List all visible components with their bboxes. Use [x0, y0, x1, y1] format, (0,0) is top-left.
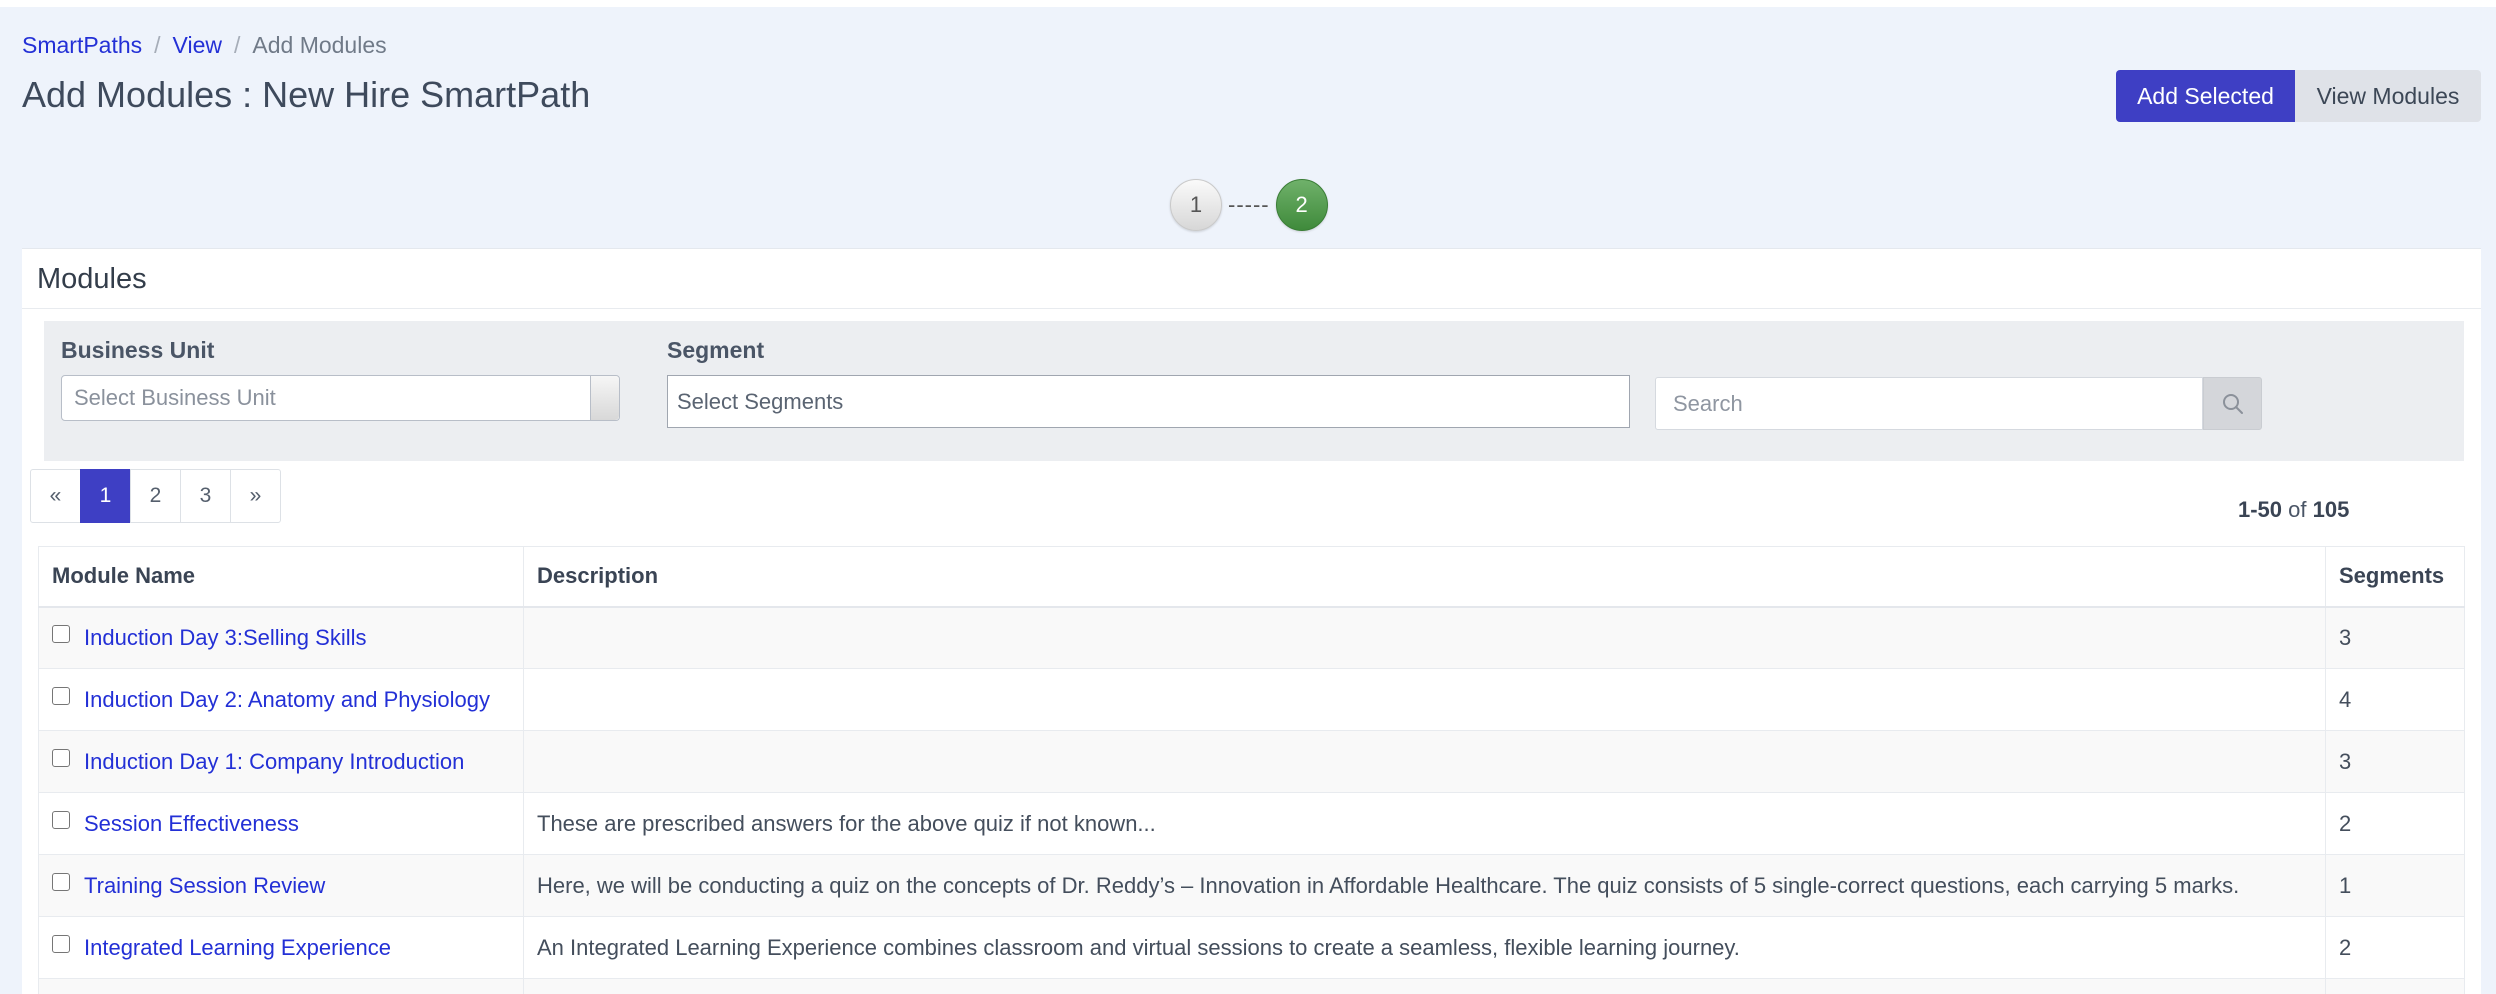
description-cell — [523, 730, 2326, 793]
module-name-cell: Session Effectiveness — [38, 792, 524, 855]
module-link[interactable]: Integrated Learning Experience — [84, 935, 391, 960]
module-name-cell: Training Session Review — [38, 854, 524, 917]
breadcrumb-view-link[interactable]: View — [173, 32, 222, 59]
row-checkbox[interactable] — [52, 687, 70, 706]
description-cell — [523, 668, 2326, 731]
column-header-module-name: Module Name — [38, 546, 524, 608]
top-strip — [0, 0, 2496, 7]
pagination-page-1[interactable]: 1 — [80, 469, 131, 523]
segments-cell: 2 — [2325, 916, 2465, 979]
row-checkbox[interactable] — [52, 873, 70, 892]
module-link[interactable]: Induction Day 2: Anatomy and Physiology — [84, 687, 490, 712]
table-row: Induction Day 3:Selling Skills 3 — [38, 606, 2465, 669]
table-row: Training Session Review Here, we will be… — [38, 854, 2465, 917]
description-cell: These are prescribed answers for the abo… — [523, 792, 2326, 855]
table-row: Induction Day 2: Anatomy and Physiology … — [38, 668, 2465, 731]
breadcrumb-current: Add Modules — [252, 32, 387, 58]
table-row-partial — [38, 978, 2465, 994]
description-cell: Here, we will be conducting a quiz on th… — [523, 854, 2326, 917]
page-title: Add Modules : New Hire SmartPath — [22, 74, 591, 115]
module-link[interactable]: Session Effectiveness — [84, 811, 299, 836]
segments-cell: 2 — [2325, 792, 2465, 855]
segment-placeholder: Select Segments — [677, 388, 844, 414]
add-selected-button[interactable]: Add Selected — [2116, 70, 2295, 122]
description-cell — [523, 978, 2326, 994]
description-cell: An Integrated Learning Experience combin… — [523, 916, 2326, 979]
column-header-segments: Segments — [2325, 546, 2465, 608]
segments-cell — [2325, 978, 2465, 994]
row-checkbox[interactable] — [52, 625, 70, 644]
segments-cell: 3 — [2325, 730, 2465, 793]
modules-panel: Modules Business Unit Select Business Un… — [22, 248, 2481, 994]
breadcrumb-separator: / — [154, 32, 161, 58]
column-header-description: Description — [523, 546, 2326, 608]
filter-bar: Business Unit Select Business Unit Segme… — [44, 321, 2464, 461]
step-2-active[interactable]: 2 — [1275, 179, 1328, 231]
segments-cell: 1 — [2325, 854, 2465, 917]
module-name-cell: Integrated Learning Experience — [38, 916, 524, 979]
breadcrumb-separator: / — [233, 32, 241, 58]
header-actions: Add Selected View Modules — [2116, 70, 2481, 122]
dropdown-toggle[interactable] — [590, 376, 619, 420]
search-button[interactable] — [2203, 377, 2262, 430]
modules-table: Module Name Description Segments Inducti… — [38, 546, 2465, 994]
wizard-stepper: 1 ----- 2 — [1170, 179, 1328, 231]
pagination-next[interactable]: » — [230, 469, 281, 523]
module-link[interactable]: Training Session Review — [84, 873, 325, 898]
business-unit-select[interactable]: Select Business Unit — [61, 375, 620, 421]
table-row: Session Effectiveness These are prescrib… — [38, 792, 2465, 855]
range-shown: 1-50 — [2238, 497, 2283, 522]
step-connector: ----- — [1228, 192, 1270, 217]
module-link[interactable]: Induction Day 1: Company Introduction — [84, 749, 464, 774]
row-checkbox[interactable] — [52, 749, 70, 768]
range-total: 105 — [2312, 497, 2350, 522]
table-row: Integrated Learning Experience An Integr… — [38, 916, 2465, 979]
result-range: 1-50 of 105 — [2238, 497, 2349, 523]
search-icon — [2222, 393, 2243, 414]
range-of: of — [2288, 497, 2307, 522]
table-row: Induction Day 1: Company Introduction 3 — [38, 730, 2465, 793]
module-name-cell: Induction Day 1: Company Introduction — [38, 730, 524, 793]
panel-divider — [22, 308, 2481, 309]
pagination-page-3[interactable]: 3 — [180, 469, 231, 523]
pagination: « 1 2 3 » — [30, 469, 281, 523]
row-checkbox[interactable] — [52, 811, 70, 830]
pagination-page-2[interactable]: 2 — [130, 469, 181, 523]
module-name-cell: Induction Day 3:Selling Skills — [38, 606, 524, 669]
module-name-cell: Induction Day 2: Anatomy and Physiology — [38, 668, 524, 731]
view-modules-button[interactable]: View Modules — [2295, 70, 2481, 122]
search-group — [1655, 377, 2262, 430]
search-input[interactable] — [1655, 377, 2203, 430]
segment-label: Segment — [667, 337, 765, 363]
step-1[interactable]: 1 — [1170, 179, 1222, 231]
business-unit-placeholder: Select Business Unit — [74, 385, 276, 410]
table-header-row: Module Name Description Segments — [38, 546, 2465, 608]
panel-heading: Modules — [37, 263, 147, 295]
pagination-prev[interactable]: « — [30, 469, 81, 523]
segment-select[interactable]: Select Segments — [667, 375, 1630, 428]
row-checkbox[interactable] — [52, 935, 70, 954]
breadcrumb-smartpaths-link[interactable]: SmartPaths — [22, 32, 142, 59]
segments-cell: 4 — [2325, 668, 2465, 731]
add-modules-page: SmartPaths / View / Add Modules Add Modu… — [0, 0, 2496, 994]
description-cell — [523, 606, 2326, 669]
module-name-cell — [38, 978, 524, 994]
business-unit-label: Business Unit — [61, 337, 215, 363]
module-link[interactable]: Induction Day 3:Selling Skills — [84, 625, 366, 650]
breadcrumb: SmartPaths / View / Add Modules — [22, 32, 387, 59]
segments-cell: 3 — [2325, 606, 2465, 669]
